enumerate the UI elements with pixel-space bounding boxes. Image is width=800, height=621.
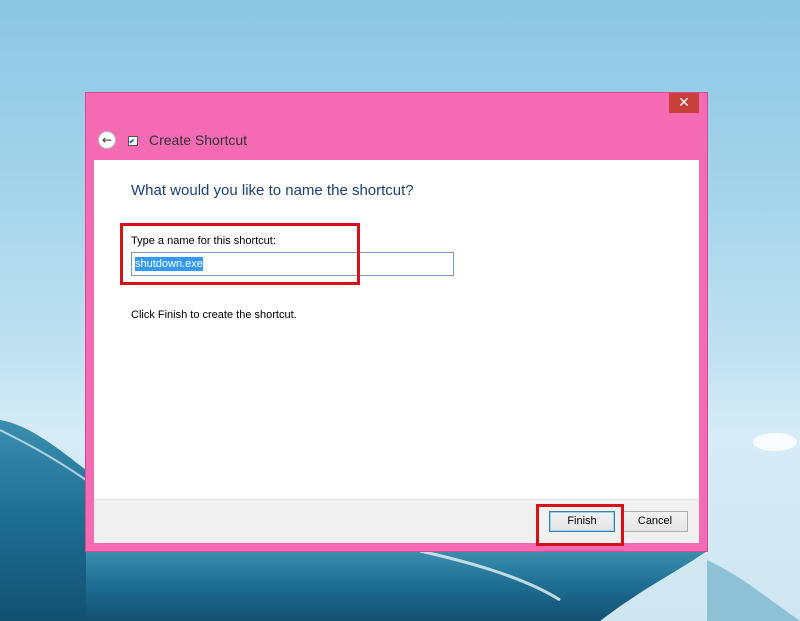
close-icon[interactable]: ✕	[678, 95, 690, 111]
finish-hint: Click Finish to create the shortcut.	[131, 309, 297, 321]
title-bar: ← Create Shortcut	[86, 125, 707, 155]
create-shortcut-dialog: ✕ ← Create Shortcut What would you like …	[86, 93, 707, 551]
cancel-button[interactable]: Cancel	[622, 511, 688, 532]
highlight-box-finish-button	[536, 504, 624, 546]
close-button[interactable]: ✕	[669, 93, 699, 113]
window-title: Create Shortcut	[149, 132, 248, 148]
wizard-content: What would you like to name the shortcut…	[94, 160, 699, 543]
shortcut-icon	[128, 136, 138, 146]
page-heading: What would you like to name the shortcut…	[131, 182, 414, 199]
highlight-box-name-field	[120, 223, 360, 285]
back-arrow-icon[interactable]: ←	[99, 131, 115, 149]
back-button[interactable]: ←	[98, 131, 116, 149]
